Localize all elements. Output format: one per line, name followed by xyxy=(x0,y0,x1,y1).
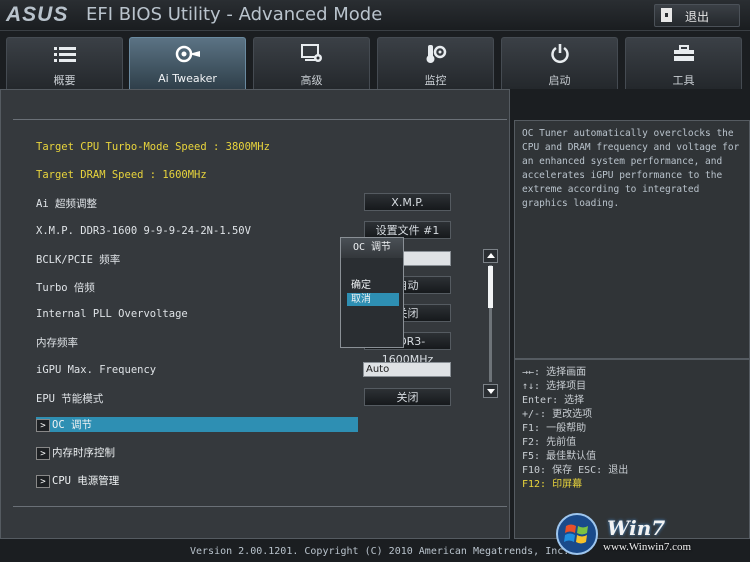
key-hint: F10: 保存 ESC: 退出 xyxy=(522,465,629,476)
igpu-frequency-input[interactable]: Auto xyxy=(363,362,451,377)
submenu-cpu-power[interactable]: > CPU 电源管理 xyxy=(36,473,119,488)
key-hint: F5: 最佳默认值 xyxy=(522,451,597,462)
tab-monitor[interactable]: 监控 xyxy=(377,37,494,89)
help-description: OC Tuner automatically overclocks the CP… xyxy=(522,128,740,209)
monitor-icon xyxy=(378,44,493,64)
popup-title: OC 调节 xyxy=(341,238,403,258)
tab-ai-tweaker[interactable]: Ai Tweaker xyxy=(129,37,246,89)
chevron-right-icon: > xyxy=(36,418,50,432)
tab-tool[interactable]: 工具 xyxy=(625,37,742,89)
exit-button[interactable]: 退出 xyxy=(654,4,740,27)
key-hint-print-screen: F12: 印屏幕 xyxy=(522,479,583,490)
windows-logo-icon xyxy=(556,513,598,555)
help-panel: OC Tuner automatically overclocks the CP… xyxy=(514,120,750,359)
submenu-label: OC 调节 xyxy=(52,419,92,431)
oc-tuner-popup: OC 调节 确定 取消 xyxy=(340,237,404,348)
setting-label: BCLK/PCIE 频率 xyxy=(36,254,121,266)
target-cpu-speed: Target CPU Turbo-Mode Speed : 3800MHz xyxy=(36,141,270,153)
exit-label: 退出 xyxy=(685,10,710,24)
watermark-brand: Win7 xyxy=(607,516,666,540)
power-icon xyxy=(502,44,617,64)
submenu-label: 内存时序控制 xyxy=(52,447,115,459)
menu-icon xyxy=(7,44,122,64)
setting-label: X.M.P. DDR3-1600 9-9-9-24-2N-1.50V xyxy=(36,225,251,237)
setting-label: EPU 节能模式 xyxy=(36,393,104,405)
watermark-url: www.Winwin7.com xyxy=(603,541,692,553)
tab-label: 启动 xyxy=(548,74,571,87)
watermark: Win7 www.Winwin7.com xyxy=(555,510,750,562)
chevron-right-icon: > xyxy=(36,474,50,488)
setting-label: Turbo 倍频 xyxy=(36,282,95,294)
asus-logo: ASUS xyxy=(6,3,69,26)
epu-power-saving-button[interactable]: 关闭 xyxy=(364,388,451,406)
key-hint: Enter: 选择 xyxy=(522,395,585,406)
tab-boot[interactable]: 启动 xyxy=(501,37,618,89)
key-hint: ↑↓: 选择项目 xyxy=(522,381,587,392)
key-hint: +/-: 更改选项 xyxy=(522,409,593,420)
popup-option-cancel[interactable]: 取消 xyxy=(347,293,399,306)
setting-label: iGPU Max. Frequency xyxy=(36,364,157,376)
tweaker-icon xyxy=(130,44,245,64)
submenu-label: CPU 电源管理 xyxy=(52,475,120,487)
key-hint: →←: 选择画面 xyxy=(522,367,587,378)
submenu-dram-timing[interactable]: > 内存时序控制 xyxy=(36,445,115,460)
exit-door-icon xyxy=(661,8,672,22)
title-bar: ASUS EFI BIOS Utility - Advanced Mode 退出 xyxy=(0,0,750,31)
divider xyxy=(13,506,507,507)
scrollbar-thumb[interactable] xyxy=(488,266,493,308)
version-text: Version 2.00.1201. Copyright (C) 2010 Am… xyxy=(190,546,570,557)
tab-main[interactable]: 概要 xyxy=(6,37,123,89)
divider xyxy=(13,119,507,120)
advanced-icon xyxy=(254,44,369,64)
chevron-right-icon: > xyxy=(36,446,50,460)
submenu-oc-tuner[interactable]: > OC 调节 xyxy=(36,417,358,432)
setting-label: 内存频率 xyxy=(36,337,78,349)
tab-label: 高级 xyxy=(300,74,323,87)
ai-overclock-tuner-button[interactable]: X.M.P. xyxy=(364,193,451,211)
scroll-up-arrow[interactable] xyxy=(483,249,498,263)
tab-label: 工具 xyxy=(672,74,695,87)
key-hint: F1: 一般帮助 xyxy=(522,423,587,434)
tab-label: Ai Tweaker xyxy=(158,72,217,85)
target-dram-speed: Target DRAM Speed : 1600MHz xyxy=(36,169,207,181)
main-tabs: 概要 Ai Tweaker 高级 监控 启动 工具 xyxy=(0,37,750,89)
tab-label: 监控 xyxy=(424,74,447,87)
tab-label: 概要 xyxy=(53,74,76,87)
scroll-down-arrow[interactable] xyxy=(483,384,498,398)
setting-label: Ai 超频调整 xyxy=(36,198,97,210)
settings-panel: Target CPU Turbo-Mode Speed : 3800MHz Ta… xyxy=(0,89,510,539)
app-title: EFI BIOS Utility - Advanced Mode xyxy=(86,4,383,25)
setting-label: Internal PLL Overvoltage xyxy=(36,308,188,320)
tool-icon xyxy=(626,44,741,64)
popup-option-ok[interactable]: 确定 xyxy=(347,279,399,292)
tab-advanced[interactable]: 高级 xyxy=(253,37,370,89)
key-hint: F2: 先前值 xyxy=(522,437,577,448)
